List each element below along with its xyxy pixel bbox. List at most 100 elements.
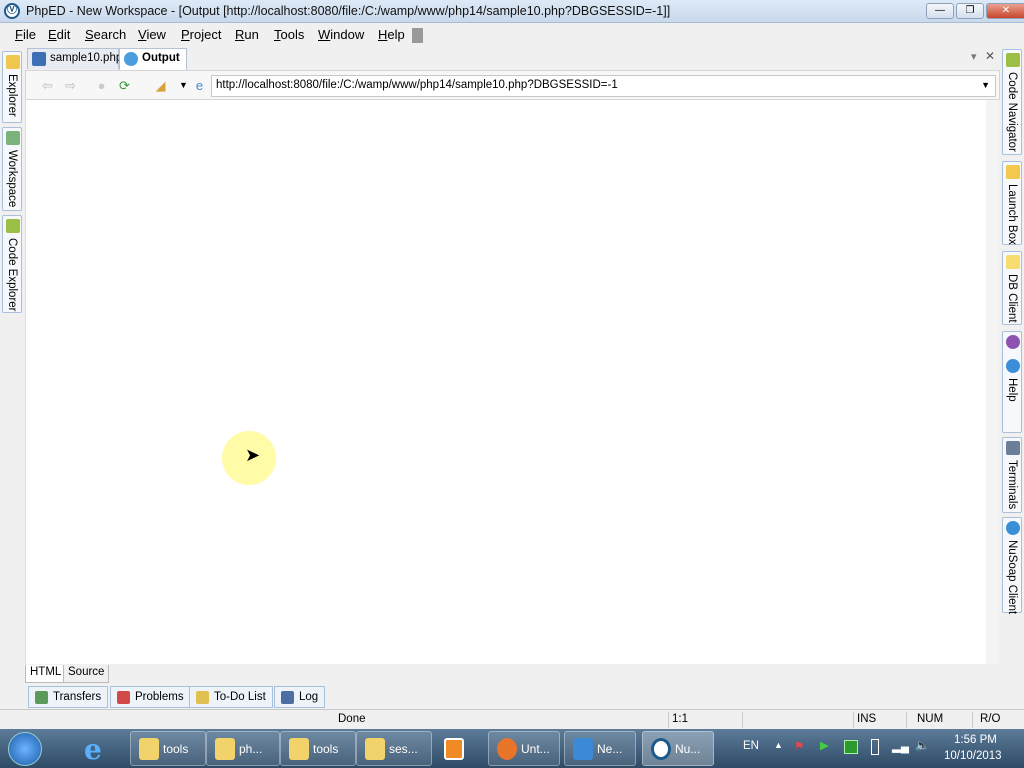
menu-bar: File Edit Search View Project Run Tools … [0, 23, 1024, 47]
explorer-icon [6, 55, 20, 69]
bottom-panel-tabs: Transfers Problems To-Do List Log [25, 685, 1000, 709]
forward-icon[interactable]: ⇨ [63, 78, 78, 93]
panel-tab-launch-box[interactable]: Launch Box [1002, 161, 1022, 245]
divider [906, 712, 907, 728]
status-message: Done [338, 713, 366, 725]
taskbar-button-ph[interactable]: ph... [206, 731, 280, 766]
mouse-cursor-highlight: ➤ [222, 431, 276, 485]
close-button[interactable]: ✕ [986, 3, 1024, 19]
menu-tools[interactable]: Tools [274, 27, 304, 42]
help-icon [1006, 359, 1020, 373]
minimize-button[interactable]: — [926, 3, 954, 19]
folder-icon [139, 738, 159, 760]
panel-tab-help[interactable]: Help [1002, 331, 1022, 433]
tab-problems[interactable]: Problems [110, 686, 191, 708]
panel-tab-workspace[interactable]: Workspace [2, 127, 22, 211]
ie-taskbar-icon[interactable]: e [84, 733, 102, 766]
taskbar: e tools ph... tools ses... Unt... Ne... … [0, 729, 1024, 768]
network-icon [573, 738, 593, 760]
code-explorer-icon [6, 219, 20, 233]
menu-view[interactable]: View [138, 27, 166, 42]
f-icon [1006, 335, 1020, 349]
menu-window[interactable]: Window [318, 27, 364, 42]
tab-transfers[interactable]: Transfers [28, 686, 108, 708]
divider [668, 712, 669, 728]
panel-tab-code-navigator[interactable]: Code Navigator [1002, 49, 1022, 155]
database-icon [1006, 255, 1020, 269]
num-indicator: NUM [917, 713, 943, 725]
battery-icon[interactable] [871, 739, 879, 755]
ie-icon: e [192, 78, 207, 93]
server-icon[interactable] [844, 740, 858, 754]
right-panel-bar: Code Navigator Launch Box DB Client Help… [1000, 47, 1024, 707]
browser-toolbar: ⇦ ⇨ ● ⟳ ◢ ▼ e http://localhost:8080/file… [25, 70, 1000, 100]
folder-icon [365, 738, 385, 760]
volume-icon[interactable]: 🔈 [915, 738, 929, 752]
tab-source[interactable]: Source [63, 665, 109, 683]
panel-tab-code-explorer[interactable]: Code Explorer [2, 215, 22, 313]
title-bar: Ⓥ PhpED - New Workspace - [Output [http:… [0, 0, 1024, 23]
log-icon [281, 691, 294, 704]
cursor-position: 1:1 [672, 713, 688, 725]
tab-list-icon[interactable]: ▾ [971, 50, 977, 63]
php-file-icon [32, 52, 46, 66]
tab-sample10-php[interactable]: sample10.php [27, 48, 119, 69]
url-dropdown-icon[interactable]: ▼ [981, 80, 990, 90]
left-panel-bar: Explorer Workspace Code Explorer [0, 47, 24, 707]
stop-icon[interactable]: ● [94, 78, 109, 93]
action-center-icon[interactable]: ⚑ [794, 739, 804, 753]
vertical-scrollbar[interactable] [986, 100, 998, 664]
url-input[interactable]: http://localhost:8080/file:/C:/wamp/www/… [211, 75, 996, 97]
status-bar: Done 1:1 INS NUM R/O [0, 709, 1024, 729]
panel-tab-explorer[interactable]: Explorer [2, 51, 22, 123]
divider [853, 712, 854, 728]
code-navigator-icon [1006, 53, 1020, 67]
cursor-icon: ➤ [245, 445, 260, 466]
taskbar-button-network[interactable]: Ne... [564, 731, 636, 766]
tab-log[interactable]: Log [274, 686, 325, 708]
taskbar-button-nusphere[interactable]: Nu... [642, 731, 714, 766]
menu-project[interactable]: Project [181, 27, 221, 42]
divider [742, 712, 743, 728]
menu-file[interactable]: File [15, 27, 36, 42]
workspace-icon [6, 131, 20, 145]
menu-help[interactable]: Help [378, 27, 405, 42]
signal-icon[interactable]: ▂▄ [892, 739, 909, 753]
language-indicator[interactable]: EN [743, 740, 759, 752]
folder-icon [289, 738, 309, 760]
tab-output[interactable]: Output [119, 48, 187, 70]
terminal-icon [1006, 441, 1020, 455]
start-button[interactable] [8, 732, 42, 766]
close-tab-icon[interactable]: ✕ [985, 49, 995, 63]
system-tray: EN ▲ ⚑ ▶ ▂▄ 🔈 1:56 PM 10/10/2013 [740, 729, 1024, 768]
show-hidden-icons[interactable]: ▲ [774, 740, 783, 750]
media-player-icon[interactable] [444, 738, 464, 760]
ruler-icon[interactable]: ◢ [153, 78, 168, 93]
taskbar-button-tools-2[interactable]: tools [280, 731, 356, 766]
taskbar-button-firefox[interactable]: Unt... [488, 731, 560, 766]
menu-run[interactable]: Run [235, 27, 259, 42]
taskbar-button-ses[interactable]: ses... [356, 731, 432, 766]
dropdown-icon[interactable]: ▼ [176, 78, 191, 93]
back-icon[interactable]: ⇦ [40, 78, 55, 93]
tab-todo-list[interactable]: To-Do List [189, 686, 273, 708]
menu-search[interactable]: Search [85, 27, 126, 42]
menu-edit[interactable]: Edit [48, 27, 70, 42]
launch-box-icon [1006, 165, 1020, 179]
maximize-button[interactable]: ❐ [956, 3, 984, 19]
clock-date[interactable]: 10/10/2013 [944, 750, 1002, 762]
phped-logo-icon: Ⓥ [4, 3, 20, 19]
taskbar-button-tools[interactable]: tools [130, 731, 206, 766]
refresh-icon[interactable]: ⟳ [117, 78, 132, 93]
panel-tab-terminals[interactable]: Terminals [1002, 437, 1022, 513]
folder-icon [215, 738, 235, 760]
panel-tab-db-client[interactable]: DB Client [1002, 251, 1022, 325]
browser-icon [124, 52, 138, 66]
divider [972, 712, 973, 728]
tab-html[interactable]: HTML [25, 665, 66, 683]
problems-icon [117, 691, 130, 704]
play-icon[interactable]: ▶ [820, 738, 829, 752]
panel-tab-nusoap-client[interactable]: NuSoap Client [1002, 517, 1022, 613]
clock-time[interactable]: 1:56 PM [954, 734, 997, 746]
toolbar-overflow-icon[interactable] [412, 28, 423, 43]
